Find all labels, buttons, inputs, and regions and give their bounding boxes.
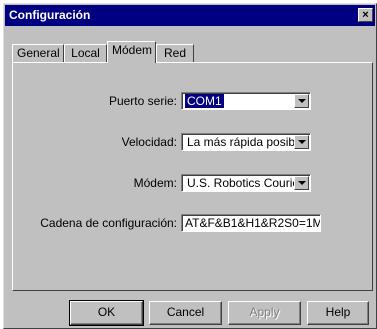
port-select[interactable]: COM1 bbox=[181, 92, 311, 110]
help-button[interactable]: Help bbox=[307, 301, 369, 325]
tab-red[interactable]: Red bbox=[156, 44, 194, 62]
modem-tab-panel: Puerto serie: COM1 Velocidad: La más ráp… bbox=[12, 62, 373, 291]
tab-label: Módem bbox=[112, 43, 153, 57]
chevron-down-icon[interactable] bbox=[294, 176, 309, 190]
speed-value: La más rápida posible bbox=[187, 135, 305, 149]
tab-label: Local bbox=[71, 46, 100, 60]
modem-select[interactable]: U.S. Robotics Courier bbox=[181, 174, 311, 192]
port-value: COM1 bbox=[185, 94, 224, 108]
init-string-input[interactable]: AT&F&B1&H1&R2S0=1M1L0 bbox=[181, 214, 321, 232]
speed-select[interactable]: La más rápida posible bbox=[181, 133, 311, 151]
tab-label: General bbox=[17, 46, 60, 60]
tab-general[interactable]: General bbox=[12, 44, 64, 62]
modem-value: U.S. Robotics Courier bbox=[187, 176, 304, 190]
modem-label: Módem: bbox=[133, 176, 177, 190]
chevron-down-icon[interactable] bbox=[294, 94, 309, 108]
close-button[interactable]: × bbox=[358, 8, 373, 22]
tab-local[interactable]: Local bbox=[64, 44, 107, 62]
init-string-label: Cadena de configuración: bbox=[40, 216, 177, 230]
close-icon: × bbox=[362, 9, 369, 21]
configuration-dialog: Configuración × General Local Módem Red … bbox=[3, 3, 377, 329]
title-bar[interactable]: Configuración × bbox=[5, 5, 375, 26]
speed-label: Velocidad: bbox=[121, 135, 177, 149]
apply-button[interactable]: Apply bbox=[228, 301, 301, 325]
tab-label: Red bbox=[163, 46, 186, 60]
chevron-down-icon[interactable] bbox=[294, 135, 309, 149]
cancel-button[interactable]: Cancel bbox=[149, 301, 222, 325]
ok-button[interactable]: OK bbox=[69, 300, 144, 326]
tab-modem[interactable]: Módem bbox=[107, 41, 156, 63]
port-label: Puerto serie: bbox=[108, 94, 177, 108]
window-title: Configuración bbox=[9, 8, 91, 22]
